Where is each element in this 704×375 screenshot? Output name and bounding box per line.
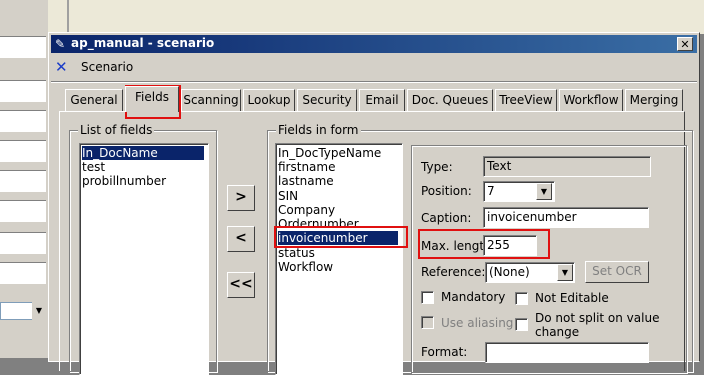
list-item[interactable]: firstname: [278, 160, 335, 174]
background-field: [0, 262, 46, 284]
background-field: [0, 36, 46, 58]
caption-label: Caption:: [421, 211, 472, 225]
scenario-dialog: ✎ ap_manual - scenario ✕ ✕ Scenario Gene…: [48, 32, 700, 375]
scenario-icon: ✕: [55, 58, 68, 76]
chevron-down-icon[interactable]: ▼: [557, 264, 573, 281]
position-label: Position:: [421, 184, 472, 198]
not-editable-checkbox[interactable]: [515, 292, 528, 305]
type-label: Type:: [421, 160, 453, 174]
app-icon: ✎: [55, 37, 66, 51]
tab-fields[interactable]: Fields: [125, 86, 179, 112]
list-item[interactable]: lastname: [278, 174, 334, 188]
background-toolbar: [56, 0, 704, 34]
list-item[interactable]: SIN: [278, 189, 298, 203]
tab-security[interactable]: Security: [297, 89, 357, 111]
list-item[interactable]: Company: [278, 203, 335, 217]
toolbar: ✕ Scenario: [51, 55, 697, 79]
tab-treeview[interactable]: TreeView: [495, 89, 557, 111]
remove-field-button[interactable]: <: [227, 226, 255, 252]
use-aliasing-label: Use aliasing: [441, 316, 514, 330]
tab-lookup[interactable]: Lookup: [243, 89, 295, 111]
set-ocr-button[interactable]: Set OCR: [585, 261, 649, 283]
list-item[interactable]: In_DocTypeName: [278, 146, 381, 160]
list-item[interactable]: status: [278, 246, 315, 260]
background-divider: [67, 0, 69, 34]
no-split-label-cont: change: [535, 325, 580, 339]
tab-email[interactable]: Email: [359, 89, 405, 111]
format-field[interactable]: [485, 342, 649, 363]
list-item[interactable]: probillnumber: [82, 174, 166, 188]
toolbar-scenario-button[interactable]: Scenario: [81, 60, 133, 74]
tab-merging[interactable]: Merging: [625, 89, 683, 111]
window-title: ap_manual - scenario: [71, 36, 215, 50]
background-field: [0, 170, 46, 192]
add-field-button[interactable]: >: [227, 185, 255, 211]
title-bar[interactable]: ✎ ap_manual - scenario ✕: [51, 35, 697, 53]
fields-in-form-listbox[interactable]: In_DocTypeName firstname lastname SIN Co…: [275, 143, 403, 375]
background-field: [0, 232, 46, 254]
caption-field[interactable]: invoicenumber: [483, 207, 649, 228]
background-field: [0, 110, 46, 132]
group-title: Fields in form: [276, 123, 361, 137]
format-label: Format:: [421, 345, 468, 359]
background-field: [0, 140, 46, 162]
mandatory-checkbox[interactable]: [421, 291, 434, 304]
not-editable-label: Not Editable: [535, 291, 609, 305]
close-icon: ✕: [680, 38, 690, 51]
reference-label: Reference:: [421, 265, 486, 279]
type-field: Text: [483, 156, 651, 177]
background-field: [0, 80, 46, 102]
highlight-box: [418, 229, 550, 259]
tab-general[interactable]: General: [65, 89, 123, 111]
chevron-down-icon[interactable]: ▼: [536, 183, 552, 200]
tab-workflow[interactable]: Workflow: [559, 89, 623, 111]
use-aliasing-checkbox[interactable]: [421, 316, 434, 329]
list-item[interactable]: test: [82, 160, 105, 174]
list-item[interactable]: In_DocName: [82, 146, 204, 160]
highlight-box: [274, 226, 408, 248]
tab-scanning[interactable]: Scanning: [181, 89, 241, 111]
mandatory-label: Mandatory: [441, 290, 506, 304]
group-title: List of fields: [78, 123, 155, 137]
no-split-checkbox[interactable]: [515, 318, 528, 331]
chevron-down-icon: ▼: [32, 302, 46, 320]
remove-all-fields-button[interactable]: <<: [227, 272, 255, 298]
list-of-fields-listbox[interactable]: In_DocName test probillnumber: [79, 143, 209, 375]
tab-doc-queues[interactable]: Doc. Queues: [407, 89, 493, 111]
no-split-label: Do not split on value: [535, 311, 660, 325]
divider: [51, 81, 697, 83]
list-item[interactable]: Workflow: [278, 260, 333, 274]
close-button[interactable]: ✕: [677, 37, 693, 51]
background-field: [0, 200, 46, 222]
